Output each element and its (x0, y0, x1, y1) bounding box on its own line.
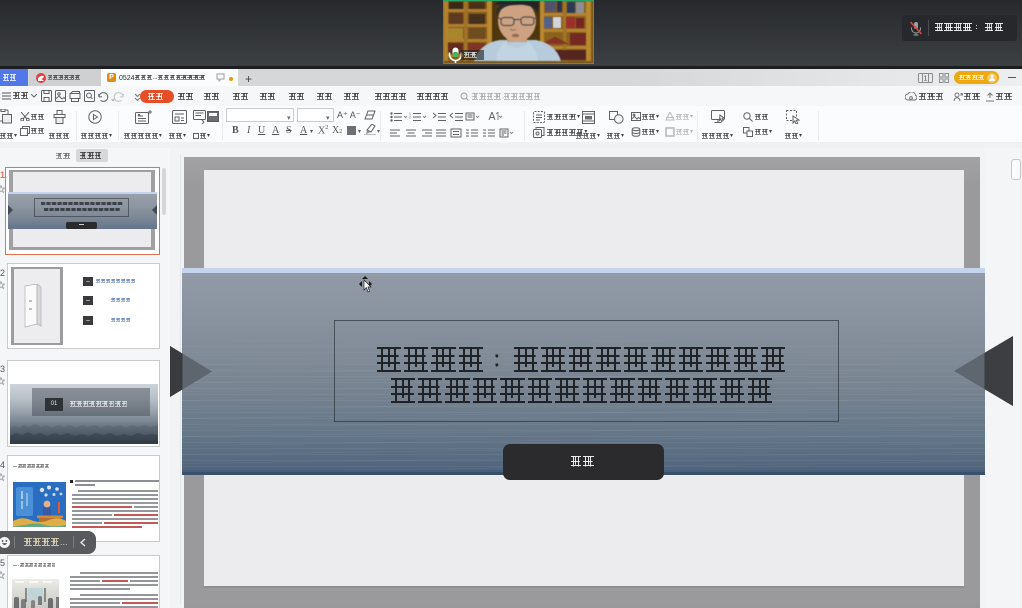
svg-text:1: 1 (924, 76, 928, 83)
svg-text:2: 2 (409, 116, 411, 120)
